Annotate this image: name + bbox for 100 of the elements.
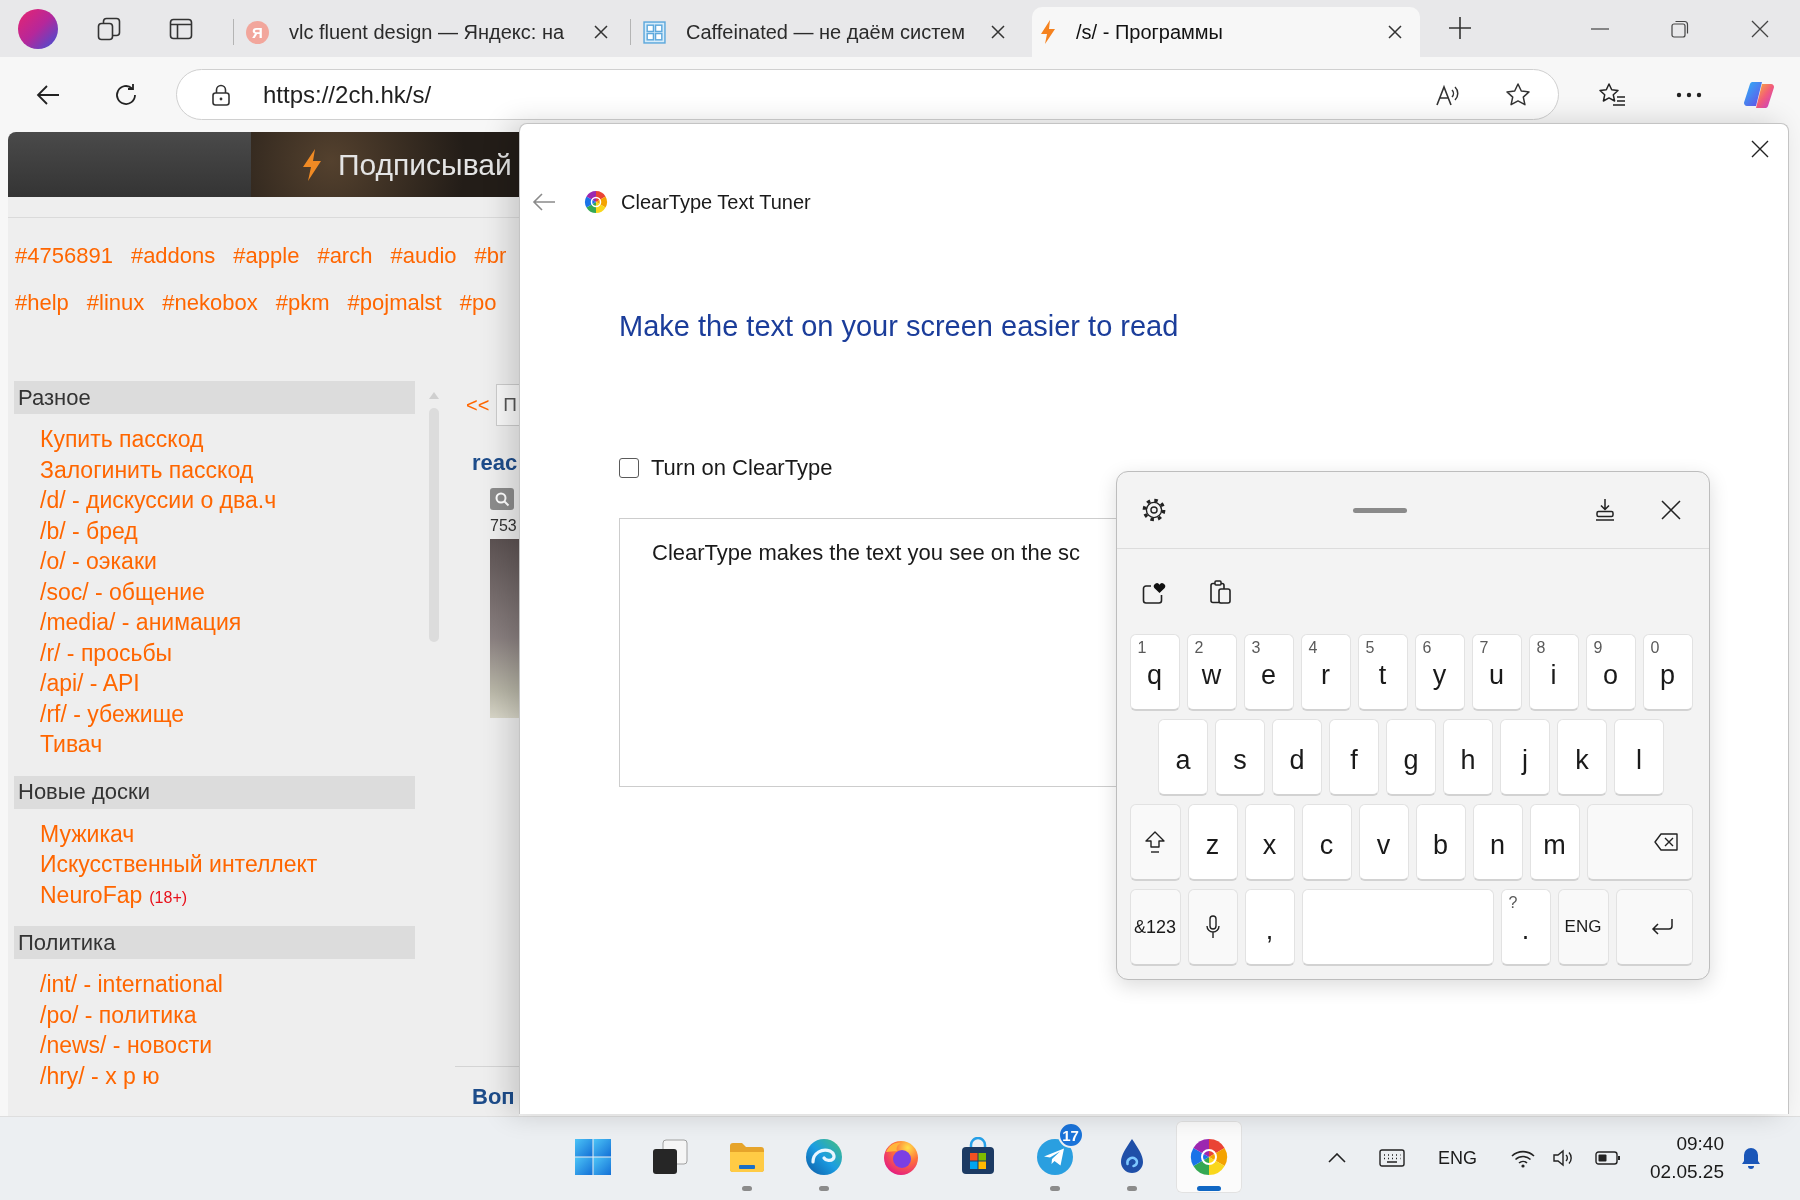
- keyboard-key[interactable]: s: [1215, 719, 1265, 796]
- running-indicator: [818, 1186, 829, 1191]
- color-wheel-icon: [584, 190, 608, 214]
- microphone-icon: [1204, 915, 1221, 939]
- workspaces-icon[interactable]: [96, 15, 122, 42]
- keyboard-key[interactable]: k: [1557, 719, 1607, 796]
- clipboard-icon[interactable]: [1208, 578, 1234, 605]
- star-icon[interactable]: [1505, 81, 1531, 108]
- checkbox[interactable]: [619, 458, 639, 478]
- keyboard-key[interactable]: z: [1187, 804, 1238, 881]
- plus-icon[interactable]: [1448, 16, 1472, 40]
- keyboard-key[interactable]: a: [1158, 719, 1208, 796]
- more-icon[interactable]: [1676, 91, 1702, 98]
- taskbar-button[interactable]: [1175, 1121, 1242, 1193]
- banner-image[interactable]: Подписывай: [251, 132, 519, 197]
- refresh-icon[interactable]: [113, 81, 139, 108]
- keyboard-key[interactable]: ,: [1244, 889, 1295, 966]
- running-indicator: [741, 1186, 752, 1191]
- settings-icon[interactable]: [1141, 497, 1167, 523]
- microphone-key[interactable]: [1187, 889, 1238, 966]
- address-bar[interactable]: https://2ch.hk/s/: [176, 69, 1559, 120]
- keyboard-key[interactable]: 8 i: [1528, 634, 1579, 711]
- keyboard-key[interactable]: m: [1529, 804, 1580, 881]
- lightning-icon: [302, 148, 322, 181]
- keyboard-icon[interactable]: [1379, 1149, 1405, 1167]
- dialog-heading: Make the text on your screen easier to read: [619, 309, 1179, 344]
- file-info: 753: [490, 517, 517, 535]
- keyboard-key[interactable]: h: [1443, 719, 1493, 796]
- preview-text: ClearType makes the text you see on the sc: [652, 540, 1080, 565]
- symbols-key[interactable]: &123: [1129, 889, 1181, 966]
- photo-placeholder[interactable]: [490, 539, 519, 718]
- start-icon: [572, 1137, 613, 1177]
- age-label: (18+): [149, 888, 188, 907]
- lock-icon[interactable]: [211, 82, 231, 107]
- browser-tab[interactable]: /s/ - Программы: [1032, 7, 1420, 57]
- keyboard-key[interactable]: 6 y: [1414, 634, 1465, 711]
- keyboard-key[interactable]: g: [1386, 719, 1436, 796]
- favorites-icon[interactable]: [1598, 81, 1626, 108]
- lightning-icon: [1040, 20, 1056, 44]
- thread-title-link[interactable]: Воп: [472, 1083, 515, 1111]
- keyboard-key[interactable]: 2 w: [1186, 634, 1237, 711]
- browser-tab[interactable]: Я vlc fluent design — Яндекс: на: [238, 7, 626, 57]
- minimize-icon[interactable]: [1591, 27, 1609, 30]
- wifi-icon[interactable]: [1511, 1148, 1536, 1168]
- keyboard-key[interactable]: 3 e: [1243, 634, 1294, 711]
- keyboard-key[interactable]: 7 u: [1471, 634, 1522, 711]
- shift-icon: [1144, 830, 1166, 854]
- battery-icon[interactable]: [1595, 1151, 1622, 1165]
- keyboard-key[interactable]: 0 p: [1642, 634, 1693, 711]
- keyboard-key[interactable]: 5 t: [1357, 634, 1408, 711]
- running-indicator: [1126, 1186, 1137, 1191]
- keyboard-key[interactable]: d: [1272, 719, 1322, 796]
- backspace-key[interactable]: [1586, 804, 1693, 881]
- restore-icon[interactable]: [1671, 19, 1689, 38]
- dock-icon[interactable]: [1593, 498, 1617, 522]
- keyboard-key[interactable]: v: [1358, 804, 1409, 881]
- browser-tab[interactable]: Caffeinated — не даём систем: [635, 7, 1023, 57]
- keyboard-key[interactable]: ? .: [1500, 889, 1551, 966]
- language-indicator[interactable]: ENG: [1438, 1147, 1478, 1169]
- close-icon[interactable]: [990, 24, 1006, 40]
- close-icon[interactable]: [1387, 24, 1403, 40]
- keyboard-key[interactable]: 9 o: [1585, 634, 1636, 711]
- drag-handle[interactable]: [1353, 507, 1407, 513]
- window-title: ClearType Text Tuner: [621, 190, 811, 214]
- keyboard-key[interactable]: n: [1472, 804, 1523, 881]
- language-key[interactable]: ENG: [1557, 889, 1609, 966]
- close-icon[interactable]: [1751, 140, 1769, 158]
- speaker-icon[interactable]: [1552, 1148, 1575, 1168]
- backspace-icon: [1653, 833, 1678, 851]
- filter-field[interactable]: П: [496, 384, 520, 426]
- clock-time[interactable]: 09:40: [1676, 1130, 1724, 1158]
- keyboard-key[interactable]: c: [1301, 804, 1352, 881]
- back-arrow-icon[interactable]: [532, 192, 556, 212]
- running-indicator: [1196, 1186, 1221, 1191]
- keyboard-key[interactable]: j: [1500, 719, 1550, 796]
- thread-title-link[interactable]: reac: [472, 448, 518, 478]
- site-logo: Я: [246, 20, 269, 44]
- section-header: Политика: [14, 926, 415, 959]
- keyboard-key[interactable]: 1 q: [1129, 634, 1180, 711]
- notification-badge: 17: [1057, 1122, 1084, 1148]
- shift-key[interactable]: [1129, 804, 1181, 881]
- keyboard-key[interactable]: x: [1244, 804, 1295, 881]
- chevron-up-icon[interactable]: [1328, 1153, 1346, 1163]
- close-icon[interactable]: [1751, 19, 1769, 38]
- clock-date[interactable]: 02.05.25: [1650, 1158, 1724, 1186]
- taskbar-button[interactable]: 17: [1021, 1121, 1088, 1193]
- close-icon[interactable]: [593, 24, 609, 40]
- close-icon[interactable]: [1661, 500, 1681, 520]
- enter-icon: [1649, 918, 1674, 936]
- keyboard-key[interactable]: 4 r: [1300, 634, 1351, 711]
- checkbox-label[interactable]: Turn on ClearType: [651, 455, 833, 481]
- banner-text: Подписывай: [338, 147, 512, 182]
- profile-avatar[interactable]: [18, 8, 58, 49]
- keyboard-key[interactable]: f: [1329, 719, 1379, 796]
- keyboard-key[interactable]: l: [1614, 719, 1664, 796]
- section-header: Разное: [14, 381, 415, 414]
- magnifier-icon[interactable]: [490, 488, 514, 510]
- bell-icon[interactable]: [1740, 1146, 1762, 1170]
- keyboard-key[interactable]: b: [1415, 804, 1466, 881]
- section-header: Новые доски: [14, 775, 415, 809]
